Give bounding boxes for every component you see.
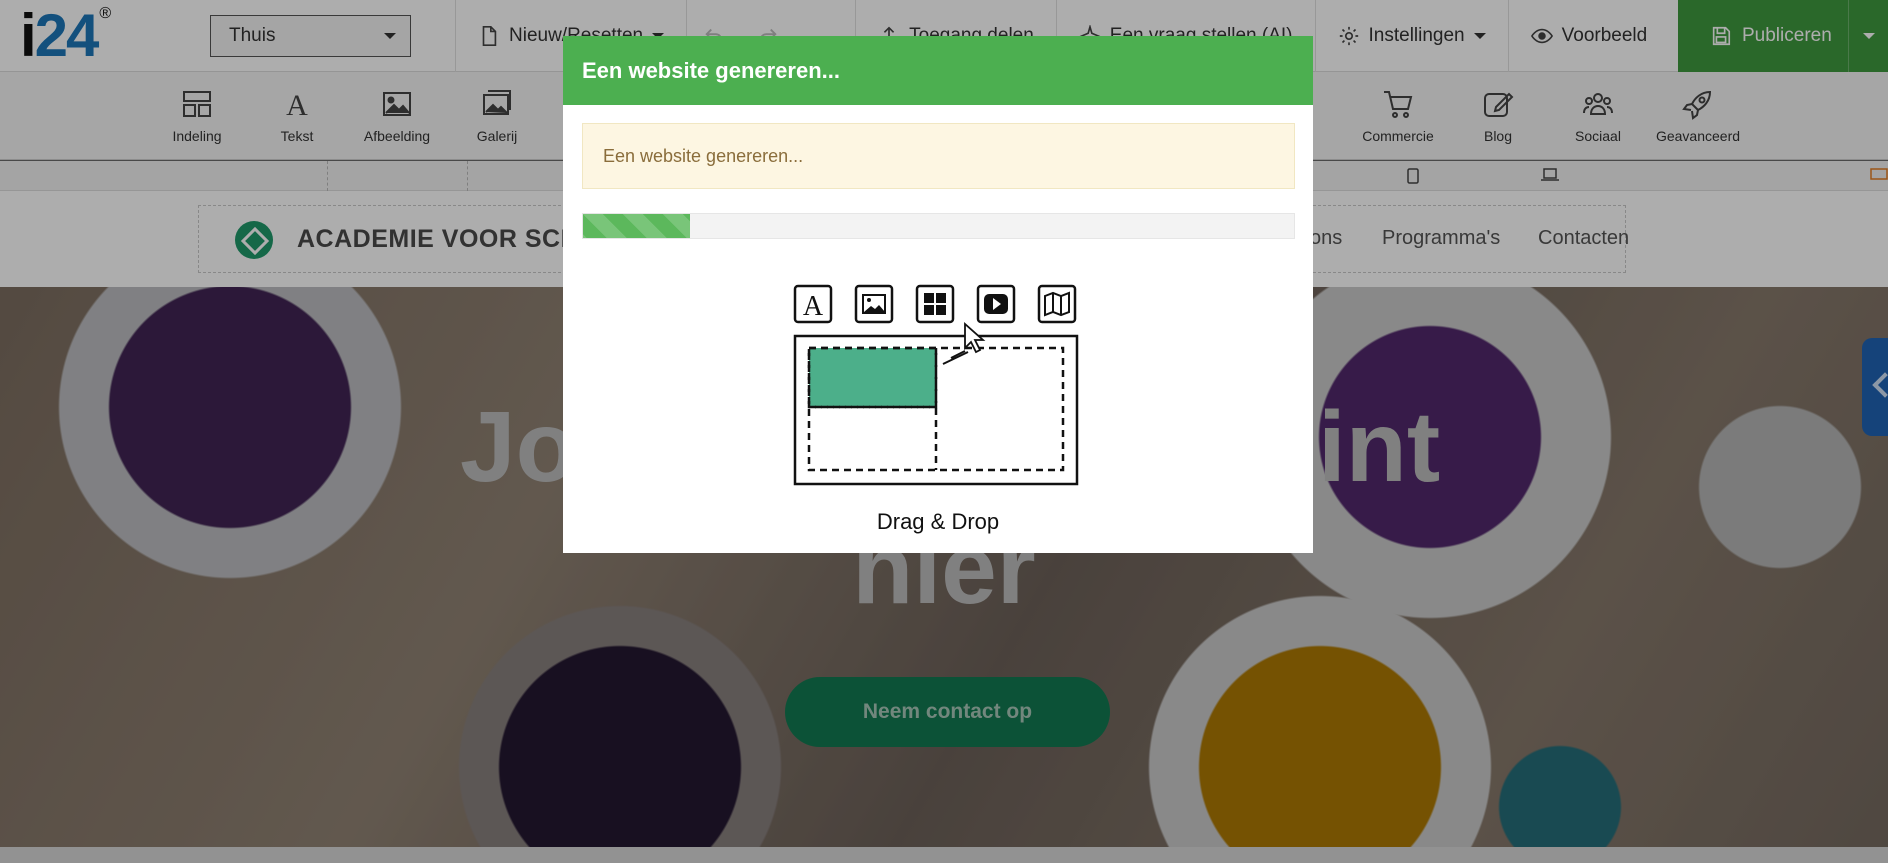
- progress-fill: [583, 214, 690, 238]
- progress-bar: [582, 213, 1295, 239]
- illustration-caption: Drag & Drop: [876, 509, 1000, 534]
- video-icon: [976, 284, 1016, 324]
- status-message: Een website genereren...: [582, 123, 1295, 189]
- map-icon: [1037, 284, 1077, 324]
- svg-text:A: A: [803, 291, 824, 322]
- text-icon: A: [793, 284, 833, 324]
- generate-website-modal: Een website genereren... Een website gen…: [563, 36, 1313, 553]
- drag-drop-illustration: A: [793, 284, 1079, 486]
- dropped-block: [807, 346, 938, 409]
- modal-title: Een website genereren...: [563, 36, 1313, 105]
- grid-icon: [915, 284, 955, 324]
- image-icon: [854, 284, 894, 324]
